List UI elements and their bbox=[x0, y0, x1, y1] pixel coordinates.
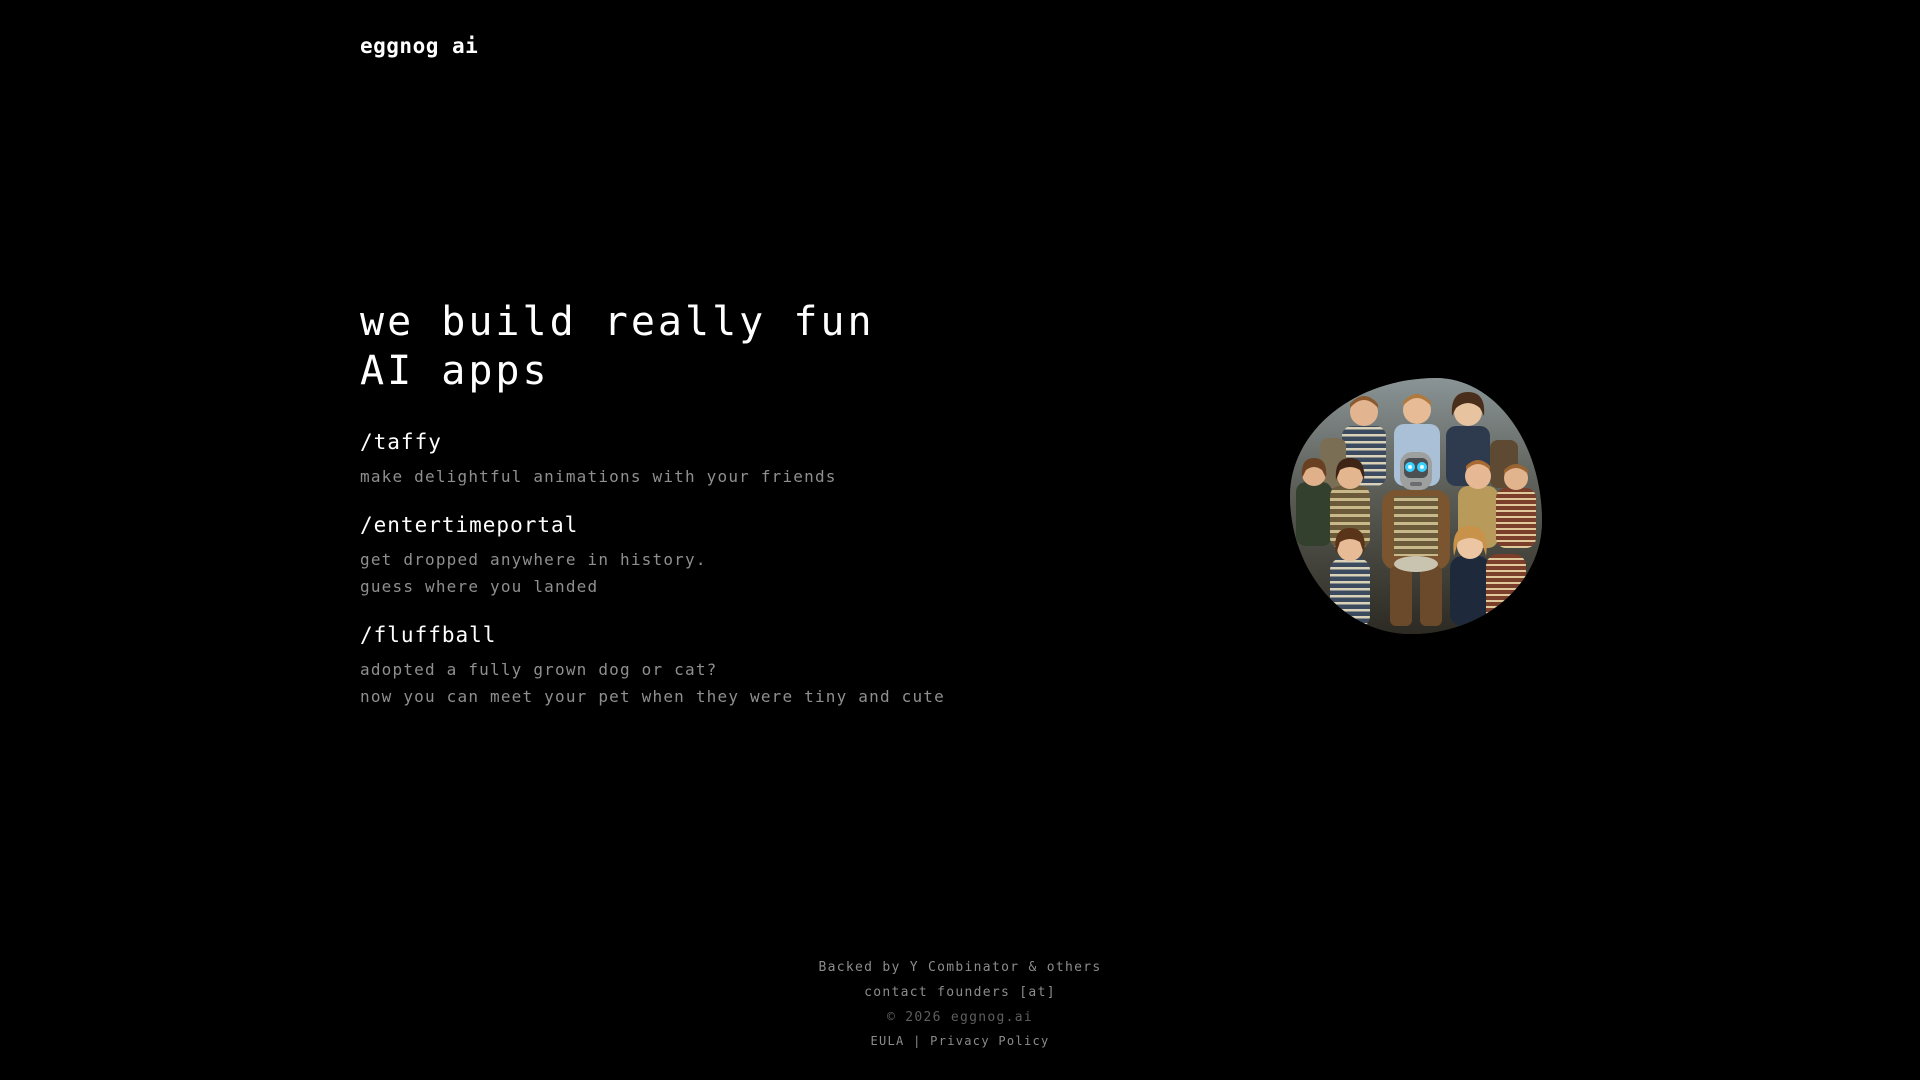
app-link-fluffball[interactable]: /fluffball bbox=[360, 623, 496, 647]
eula-link[interactable]: EULA bbox=[870, 1034, 904, 1048]
app-list: /taffy make delightful animations with y… bbox=[360, 430, 1060, 710]
footer-contact-text: contact founders [at] bbox=[864, 985, 1056, 1000]
class-photo-svg bbox=[1290, 378, 1542, 634]
app-description-line: get dropped anywhere in history. bbox=[360, 550, 707, 569]
class-photo-illustration bbox=[1290, 378, 1542, 634]
app-link-taffy[interactable]: /taffy bbox=[360, 430, 442, 454]
page: eggnog ai we build really fun AI apps /t… bbox=[0, 0, 1920, 1080]
hero-title-line-1: we build really fun bbox=[360, 299, 875, 345]
app-description: make delightful animations with your fri… bbox=[360, 463, 1060, 490]
footer: Backed by Y Combinator & others contact … bbox=[0, 955, 1920, 1052]
app-description-line: guess where you landed bbox=[360, 577, 599, 596]
hero-title: we build really fun AI apps bbox=[360, 298, 1060, 396]
app-description-line: adopted a fully grown dog or cat? bbox=[360, 660, 718, 679]
privacy-policy-link[interactable]: Privacy Policy bbox=[930, 1034, 1049, 1048]
app-item-fluffball: /fluffball adopted a fully grown dog or … bbox=[360, 623, 1060, 710]
footer-legal-links: EULA | Privacy Policy bbox=[0, 1030, 1920, 1052]
app-link-entertimeportal[interactable]: /entertimeportal bbox=[360, 513, 578, 537]
footer-separator: | bbox=[913, 1034, 922, 1048]
app-description: get dropped anywhere in history. guess w… bbox=[360, 546, 1060, 600]
app-description-line: make delightful animations with your fri… bbox=[360, 467, 837, 486]
hero-title-line-2: AI apps bbox=[360, 348, 550, 394]
footer-copyright: © 2026 eggnog.ai bbox=[886, 1010, 1034, 1025]
logo-link[interactable]: eggnog ai bbox=[360, 34, 478, 58]
app-item-taffy: /taffy make delightful animations with y… bbox=[360, 430, 1060, 490]
app-description: adopted a fully grown dog or cat? now yo… bbox=[360, 656, 1060, 710]
footer-backed-text: Backed by Y Combinator & others bbox=[818, 960, 1102, 975]
app-item-entertimeportal: /entertimeportal get dropped anywhere in… bbox=[360, 513, 1060, 600]
app-description-line: now you can meet your pet when they were… bbox=[360, 687, 945, 706]
hero-section: we build really fun AI apps /taffy make … bbox=[360, 298, 1060, 733]
